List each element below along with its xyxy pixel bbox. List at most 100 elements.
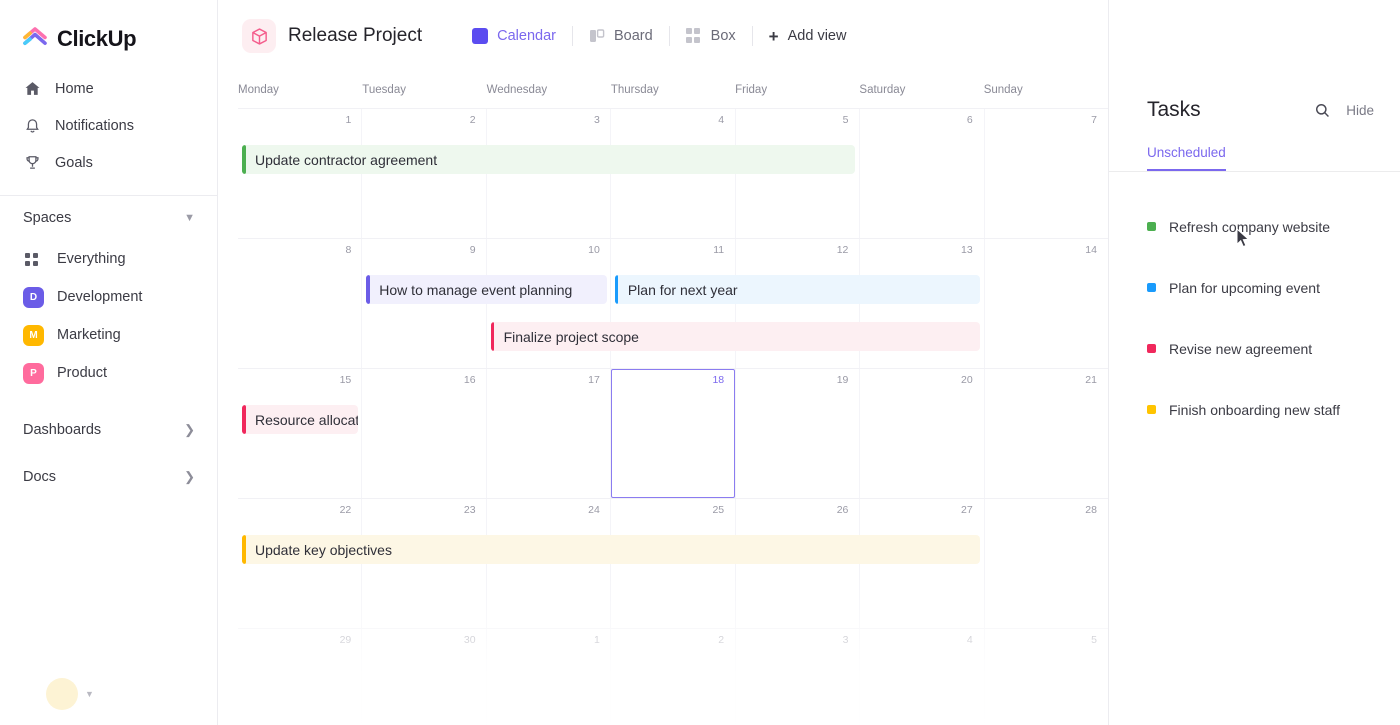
sidebar-item-marketing[interactable]: M Marketing: [0, 316, 217, 354]
chevron-down-icon[interactable]: ▼: [85, 689, 94, 699]
main-nav: Home Notifications Goals: [0, 70, 217, 181]
sidebar-item-product[interactable]: P Product: [0, 354, 217, 392]
grid-dots-icon: [23, 252, 44, 266]
spaces-section-header[interactable]: Spaces ▼: [0, 196, 217, 240]
sidebar-item-label: Notifications: [55, 117, 134, 134]
list-item[interactable]: Refresh company website: [1109, 196, 1400, 257]
trophy-icon: [23, 154, 41, 172]
tasks-tab-bar: Unscheduled: [1109, 144, 1400, 172]
brand[interactable]: ClickUp: [0, 0, 217, 56]
calendar-event[interactable]: Resource allocation: [242, 405, 359, 434]
calendar-day-header: Monday: [238, 84, 279, 96]
task-label: Refresh company website: [1169, 218, 1331, 235]
list-item[interactable]: Finish onboarding new staff: [1109, 379, 1400, 440]
tab-unscheduled[interactable]: Unscheduled: [1147, 145, 1226, 171]
calendar-event[interactable]: How to manage event planning: [366, 275, 607, 304]
view-toolbar: Release Project Calendar Board Box + Add…: [218, 0, 1108, 72]
space-badge-marketing: M: [23, 324, 44, 346]
task-color-swatch: [1147, 222, 1156, 231]
unscheduled-task-list: Refresh company website Plan for upcoming…: [1109, 172, 1400, 440]
task-color-swatch: [1147, 405, 1156, 414]
space-badge-development: D: [23, 286, 44, 308]
calendar-event-layer: How to manage event planning Plan for nex…: [238, 261, 1108, 368]
tab-label: Calendar: [497, 28, 556, 44]
list-item[interactable]: Revise new agreement: [1109, 318, 1400, 379]
calendar-grid: 1 2 3 4 5 6 7 Update contractor agreement 8 9 10 11…: [238, 108, 1108, 725]
calendar-event[interactable]: Update contractor agreement: [242, 145, 856, 174]
sidebar-item-home[interactable]: Home: [0, 70, 217, 107]
board-icon: [589, 28, 605, 44]
add-view-label: Add view: [787, 28, 847, 44]
add-view-button[interactable]: + Add view: [753, 19, 863, 53]
sidebar-item-label: Home: [55, 80, 94, 97]
calendar-day-header: Friday: [735, 84, 768, 96]
calendar-week-row: 29 30 1 2 3 4 5: [238, 628, 1108, 725]
calendar-week-row: 22 23 24 25 26 27 28 Update key objectives: [238, 498, 1108, 628]
task-label: Revise new agreement: [1169, 340, 1313, 357]
calendar-event[interactable]: Plan for next year: [614, 275, 980, 304]
calendar-event[interactable]: Finalize project scope: [490, 322, 980, 351]
cube-icon: [242, 19, 276, 53]
space-label: Everything: [57, 251, 126, 267]
calendar-day-header: Wednesday: [486, 84, 548, 96]
calendar-day-header: Thursday: [610, 84, 659, 96]
sidebar-item-goals[interactable]: Goals: [0, 144, 217, 181]
home-icon: [23, 80, 41, 98]
task-label: Finish onboarding new staff: [1169, 401, 1340, 418]
sidebar-item-label: Dashboards: [23, 421, 102, 438]
calendar-event-title: Update key objectives: [255, 541, 392, 558]
space-label: Development: [57, 289, 143, 305]
calendar-day-header: Saturday: [859, 84, 906, 96]
calendar-icon: [472, 28, 489, 44]
calendar-day-headers: Monday Tuesday Wednesday Thursday Friday Satu…: [218, 72, 1108, 108]
clickup-app: ClickUp Home Notifications Goals Spaces …: [0, 0, 1400, 725]
calendar-event-title: How to manage event planning: [379, 281, 573, 298]
chevron-down-icon: ▼: [184, 211, 195, 224]
page-title: Release Project: [288, 25, 423, 46]
main-content: Release Project Calendar Board Box + Add…: [218, 0, 1108, 725]
calendar-week-row: 15161718192021Resource allocation: [238, 368, 1108, 498]
bell-icon: [23, 117, 41, 135]
sidebar-item-label: Goals: [55, 154, 93, 171]
tab-label: Board: [613, 28, 653, 44]
box-grid-icon: [685, 28, 702, 44]
calendar-day-header: Sunday: [983, 84, 1023, 96]
tab-box[interactable]: Box: [670, 19, 752, 53]
sidebar-item-label: Docs: [23, 468, 57, 485]
sidebar-item-docs[interactable]: Docs ❯: [0, 453, 217, 500]
clickup-logo-icon: [22, 26, 48, 52]
calendar-week-row: 8 9 10 11 12 13 14 How to manage event planning…: [238, 238, 1108, 368]
tasks-panel-title: Tasks: [1147, 98, 1201, 121]
brand-name: ClickUp: [57, 26, 137, 51]
sidebar-item-dashboards[interactable]: Dashboards ❯: [0, 406, 217, 453]
calendar-event-title: Resource allocation: [255, 411, 359, 428]
list-item[interactable]: Plan for upcoming event: [1109, 257, 1400, 318]
chevron-right-icon: ❯: [184, 421, 195, 437]
sidebar-item-notifications[interactable]: Notifications: [0, 107, 217, 144]
sidebar-item-everything[interactable]: Everything: [0, 240, 217, 278]
calendar-event-title: Finalize project scope: [503, 328, 639, 345]
calendar-day-header: Tuesday: [362, 84, 406, 96]
chevron-right-icon: ❯: [184, 468, 195, 484]
tasks-panel-header: Tasks Hide: [1109, 0, 1400, 122]
calendar-event-layer: Resource allocation: [238, 391, 1108, 498]
hide-tasks-button[interactable]: Hide: [1346, 103, 1374, 118]
tab-board[interactable]: Board: [573, 19, 669, 53]
tasks-panel: Tasks Hide Unscheduled Refresh company w…: [1108, 0, 1400, 725]
task-color-swatch: [1147, 283, 1156, 292]
user-avatar[interactable]: [46, 678, 78, 710]
calendar-view: Monday Tuesday Wednesday Thursday Friday Satu…: [218, 72, 1108, 725]
calendar-event-layer: Update contractor agreement: [238, 131, 1108, 238]
search-icon[interactable]: [1310, 98, 1334, 122]
calendar-event-layer: [238, 651, 1108, 725]
calendar-event[interactable]: Update key objectives: [242, 535, 980, 564]
space-badge-product: P: [23, 362, 44, 384]
tab-calendar[interactable]: Calendar: [456, 19, 572, 53]
sidebar-footer: ▼: [0, 663, 218, 725]
sidebar-item-development[interactable]: D Development: [0, 278, 217, 316]
calendar-week-row: 1 2 3 4 5 6 7 Update contractor agreement: [238, 108, 1108, 238]
sidebar: ClickUp Home Notifications Goals Spaces …: [0, 0, 218, 725]
task-color-swatch: [1147, 344, 1156, 353]
space-label: Product: [57, 365, 107, 381]
spaces-list: Everything D Development M Marketing P P…: [0, 240, 217, 392]
